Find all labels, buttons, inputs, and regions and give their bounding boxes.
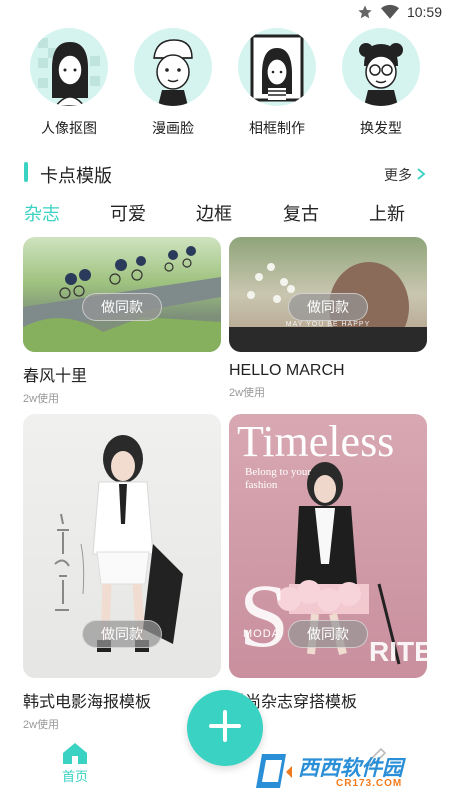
overlay-headline: Timeless (237, 417, 395, 466)
portrait-cutout-icon (30, 28, 108, 106)
nav-home[interactable]: 首页 (52, 742, 98, 785)
svg-text:S: S (239, 567, 289, 666)
make-same-button[interactable]: 做同款 (82, 620, 162, 648)
tool-label: 换发型 (360, 120, 402, 136)
section-accent-bar (24, 162, 28, 182)
make-same-button[interactable]: 做同款 (82, 293, 162, 321)
wifi-icon (380, 4, 399, 20)
tool-portrait-cutout[interactable]: 人像抠图 (21, 28, 117, 138)
template-thumbnail: S Timeless Belong to your fashion MODA R… (229, 414, 427, 678)
nav-home-label: 首页 (61, 769, 88, 784)
template-title: 春风十里 (23, 368, 88, 385)
template-card[interactable]: 做同款 春风十里 2w使用 (23, 237, 221, 406)
template-title: HELLO MARCH (229, 362, 345, 379)
cartoon-face-icon (134, 28, 212, 106)
status-bar: 10:59 (0, 0, 450, 26)
overlay-text: MAY YOU BE HAPPY (285, 321, 371, 328)
tool-photo-frame[interactable]: 相框制作 (229, 28, 325, 138)
template-card[interactable]: MAY YOU BE HAPPY 做同款 HELLO MARCH 2w使用 (229, 237, 427, 400)
template-card[interactable]: S Timeless Belong to your fashion MODA R… (229, 414, 427, 716)
chevron-right-icon (416, 167, 426, 184)
make-same-button[interactable]: 做同款 (288, 293, 368, 321)
template-title: 时尚杂志穿搭模板 (229, 694, 358, 711)
tool-label: 相框制作 (249, 120, 305, 136)
template-thumbnail: MAY YOU BE HAPPY 做同款 (229, 237, 427, 352)
tool-hairstyle[interactable]: 换发型 (333, 28, 429, 138)
more-link[interactable]: 更多 (384, 165, 426, 185)
tool-label: 人像抠图 (41, 120, 97, 136)
photo-frame-icon (238, 28, 316, 106)
make-same-button[interactable]: 做同款 (288, 620, 368, 648)
category-tabs: 杂志 可爱 边框 复古 上新 (0, 200, 450, 230)
overlay-moda: MODA (243, 628, 280, 640)
more-label: 更多 (384, 167, 412, 183)
overlay-subline: Belong to your fashion (245, 466, 311, 491)
status-time: 10:59 (406, 4, 442, 20)
home-icon (62, 742, 88, 764)
section-header: 卡点模版 更多 (0, 160, 450, 190)
template-thumbnail: 做同款 (23, 237, 221, 352)
watermark-url: CR173.COM (336, 778, 403, 789)
template-usage: 2w使用 (229, 387, 266, 399)
tab-retro[interactable]: 复古 (283, 200, 319, 226)
tool-cartoon-face[interactable]: 漫画脸 (125, 28, 221, 138)
section-title: 卡点模版 (40, 166, 112, 186)
plus-icon (208, 709, 242, 748)
site-watermark: 西西软件园 CR173.COM (252, 748, 442, 794)
tools-row: 人像抠图 漫画脸 相框制作 换发型 (0, 28, 450, 143)
tab-new[interactable]: 上新 (369, 200, 405, 226)
tab-magazine[interactable]: 杂志 (24, 200, 60, 226)
star-icon (357, 4, 373, 20)
tool-label: 漫画脸 (152, 120, 194, 136)
template-grid: 做同款 春风十里 2w使用 MAY YOU BE HAPPY 做同款 HELLO… (0, 237, 450, 742)
template-card[interactable]: 做同款 韩式电影海报模板 2w使用 (23, 414, 221, 732)
template-usage: 2w使用 (23, 393, 60, 405)
overlay-rite: RITE (369, 636, 427, 667)
hairstyle-icon (342, 28, 420, 106)
template-thumbnail: 做同款 (23, 414, 221, 678)
tab-cute[interactable]: 可爱 (110, 200, 146, 226)
tab-frame[interactable]: 边框 (196, 200, 232, 226)
